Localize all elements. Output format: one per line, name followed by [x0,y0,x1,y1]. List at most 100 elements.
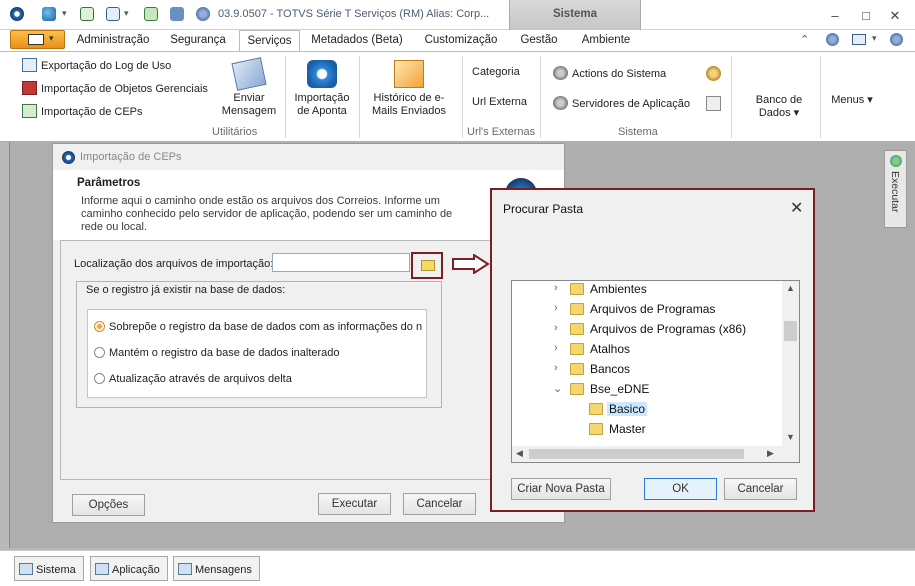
tree-item[interactable]: › Bancos [512,361,782,379]
tab-administracao[interactable]: Administração [72,30,154,51]
tab-ambiente[interactable]: Ambiente [575,30,637,51]
location-input[interactable] [272,253,410,272]
ribbon-separator [462,56,463,138]
tab-gestao[interactable]: Gestão [512,30,566,51]
folder-icon [570,323,584,335]
monitor-icon [19,563,33,575]
settings-icon[interactable] [706,66,721,81]
folder-icon [570,363,584,375]
scroll-thumb[interactable] [529,449,744,459]
folder-tree[interactable]: › Ambientes › Arquivos de Programas › Arqui… [511,280,800,463]
historico-emails-button[interactable]: Histórico de e-Mails Enviados [364,60,454,118]
cancelar-button[interactable]: Cancelar [724,478,797,500]
folder-icon [589,423,603,435]
tree-item[interactable]: › Ambientes [512,281,782,299]
executar-side-panel[interactable]: Executar [884,150,907,228]
globe-icon[interactable] [42,7,56,21]
tree-item[interactable]: › Arquivos de Programas [512,301,782,319]
chevron-down-icon[interactable]: ▾ [872,33,877,44]
app-logo-icon [10,7,24,21]
ribbon-separator [820,56,821,138]
envelope-icon [231,57,267,91]
menu-icon [28,34,44,45]
importacao-aponta-button[interactable]: Importação de Aponta [290,60,354,118]
bottom-tab-sistema[interactable]: Sistema [14,556,84,581]
dialog-title: Procurar Pasta [503,202,584,216]
radio-mantem[interactable]: Mantém o registro da base de dados inalt… [94,347,422,359]
ok-button[interactable]: OK [644,478,717,500]
chevron-down-icon[interactable]: ▾ [62,8,67,19]
layout-icon[interactable] [106,7,120,21]
window-icon[interactable] [80,7,94,21]
help-icon[interactable] [826,33,839,46]
radio-icon [94,373,105,384]
email-history-icon [394,60,424,88]
scroll-thumb[interactable] [784,321,797,341]
importacao-ceps-button[interactable]: Importação de CEPs [22,104,143,118]
bottom-bar: Sistema Aplicação Mensagens [0,550,915,586]
ribbon-separator [359,56,360,138]
exportacao-log-button[interactable]: Exportação do Log de Uso [22,58,171,72]
servidores-aplicacao-button[interactable]: Servidores de Aplicação [553,96,690,110]
categoria-button[interactable]: Categoria [472,66,520,78]
bottom-tab-mensagens[interactable]: Mensagens [173,556,260,581]
horizontal-scrollbar[interactable]: ◀ ▶ [512,446,799,462]
ribbon-separator [540,56,541,138]
scroll-left-icon[interactable]: ◀ [516,448,523,459]
browse-folder-button[interactable] [411,252,443,279]
chevron-down-icon: ▾ [49,33,54,43]
tree-item[interactable]: ⌄ Bse_eDNE [512,381,782,399]
chevron-right-icon[interactable]: › [554,302,558,314]
file-menu-button[interactable]: ▾ [10,30,65,49]
tab-customizacao[interactable]: Customização [419,30,503,51]
criar-nova-pasta-button[interactable]: Criar Nova Pasta [511,478,611,500]
chevron-down-icon[interactable]: ▾ [124,8,129,19]
actions-sistema-button[interactable]: Actions do Sistema [553,66,666,80]
layout-icon[interactable] [852,34,866,45]
info-icon[interactable] [890,33,903,46]
radio-selected-icon [94,321,105,332]
folder-icon [570,383,584,395]
tab-seguranca[interactable]: Segurança [160,30,236,51]
collapse-ribbon-icon[interactable]: ⌃ [800,33,809,46]
maximize-icon[interactable]: □ [857,8,875,23]
cancelar-button[interactable]: Cancelar [403,493,476,515]
importacao-objetos-button[interactable]: Importação de Objetos Gerenciais [22,81,208,95]
tree-item[interactable]: › Arquivos de Programas (x86) [512,321,782,339]
executar-button[interactable]: Executar [318,493,391,515]
location-label: Localização dos arquivos de importação: [74,258,274,270]
tree-item[interactable]: Master [512,421,782,439]
close-icon[interactable]: ✕ [790,198,803,218]
tree-item-selected[interactable]: Basico [512,401,782,419]
opcoes-button[interactable]: Opções [72,494,145,516]
tree-item[interactable]: › Atalhos [512,341,782,359]
import-icon [22,104,37,118]
minimize-icon[interactable]: – [826,8,844,23]
options-panel: Sobrepõe o registro da base de dados com… [87,309,427,398]
scroll-right-icon[interactable]: ▶ [767,448,774,459]
vertical-scrollbar[interactable]: ▲ ▼ [782,281,799,446]
dialog-header: Parâmetros Informe aqui o caminho onde e… [53,170,564,240]
chevron-right-icon[interactable]: › [554,362,558,374]
bottom-tab-aplicacao[interactable]: Aplicação [90,556,168,581]
url-externa-button[interactable]: Url Externa [472,96,527,108]
scroll-up-icon[interactable]: ▲ [786,283,795,293]
help-icon[interactable] [196,7,210,21]
ribbon-tabs: Administração Segurança Serviços Metadad… [0,30,915,52]
banco-dados-button[interactable]: Banco de Dados ▾ [748,94,810,120]
radio-sobrepoe[interactable]: Sobrepõe o registro da base de dados com… [94,321,422,333]
chevron-right-icon[interactable]: › [554,322,558,334]
tab-servicos[interactable]: Serviços [239,30,300,52]
chevron-down-icon[interactable]: ⌄ [553,382,562,395]
settings-icon[interactable] [170,7,184,21]
scroll-down-icon[interactable]: ▼ [786,432,795,442]
radio-delta[interactable]: Atualização através de arquivos delta [94,373,422,385]
enviar-mensagem-button[interactable]: Enviar Mensagem [218,57,280,118]
chevron-right-icon[interactable]: › [554,342,558,354]
menus-button[interactable]: Menus ▾ [828,94,876,107]
config-icon[interactable] [706,96,721,111]
export-icon[interactable] [144,7,158,21]
close-icon[interactable]: ✕ [886,8,904,24]
chevron-right-icon[interactable]: › [554,282,558,294]
tab-metadados[interactable]: Metadados (Beta) [305,30,409,51]
